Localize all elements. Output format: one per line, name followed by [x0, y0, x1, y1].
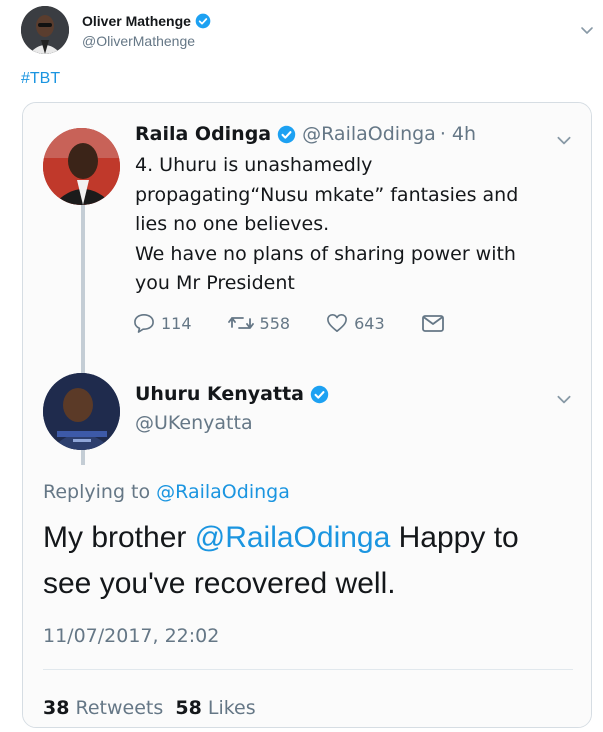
chevron-down-icon [555, 390, 573, 408]
tweet-line: 4. Uhuru is unashamedly [135, 154, 373, 176]
text-before-mention: My brother [43, 521, 187, 554]
tweet-header: Oliver Mathenge @OliverMathenge [21, 6, 593, 56]
verified-icon [310, 385, 329, 404]
replying-to-mention: @RailaOdinga [156, 481, 290, 503]
avatar[interactable] [21, 6, 69, 54]
author-name: Raila Odinga [135, 123, 272, 145]
like-count: 643 [354, 313, 385, 333]
message-action [421, 313, 451, 333]
avatar [43, 128, 120, 205]
chevron-down-icon[interactable] [579, 22, 595, 38]
verified-icon [277, 125, 296, 144]
tweet-time: · 4h [439, 123, 477, 145]
tweet-line: propagating“Nusu mkate” fantasies and [135, 183, 519, 206]
tweet-actions: 114 558 643 [133, 313, 487, 333]
tweet-line: you Mr President [135, 272, 295, 294]
author-name: Uhuru Kenyatta [135, 383, 304, 405]
author-handle: @UKenyatta [135, 412, 253, 434]
author-handle[interactable]: @OliverMathenge [82, 33, 195, 49]
retweets-label: Retweets [75, 697, 164, 719]
retweet-icon [227, 317, 254, 329]
chevron-down-icon [555, 131, 573, 149]
like-action: 643 [326, 313, 385, 333]
replying-prefix: Replying to [43, 481, 151, 503]
reply-action: 114 [133, 313, 192, 333]
mention-link: @RailaOdinga [194, 521, 391, 554]
hashtag-link[interactable]: #TBT [21, 70, 60, 88]
avatar [43, 373, 120, 450]
likes-label: Likes [207, 697, 256, 719]
divider [43, 669, 573, 670]
attached-image[interactable]: Raila Odinga @RailaOdinga · 4h 4. Uhuru … [22, 102, 592, 728]
tweet-text: 4. Uhuru is unashamedly propagating“Nusu… [135, 151, 580, 299]
reply-count: 114 [161, 313, 192, 333]
tweet-stats: 38 Retweets 58 Likes [43, 697, 256, 719]
heart-icon [327, 314, 348, 332]
tweet-text: My brother @RailaOdinga Happy to see you… [43, 515, 573, 607]
author-name[interactable]: Oliver Mathenge [82, 13, 191, 29]
tweet-timestamp: 11/07/2017, 22:02 [43, 625, 220, 647]
retweets-count: 38 [43, 697, 70, 719]
tweet-line: We have no plans of sharing power with [135, 242, 516, 265]
tweet-screenshot: Raila Odinga @RailaOdinga · 4h 4. Uhuru … [23, 103, 591, 727]
author-handle: @RailaOdinga [302, 123, 436, 145]
verified-icon [195, 13, 211, 29]
tweet-line: lies no one believes. [135, 213, 330, 235]
envelope-icon [421, 315, 444, 332]
retweet-count: 558 [259, 313, 291, 333]
likes-count: 58 [175, 697, 202, 719]
replying-to: Replying to @RailaOdinga [43, 481, 290, 503]
retweet-action: 558 [227, 313, 291, 333]
reply-icon [134, 314, 154, 333]
